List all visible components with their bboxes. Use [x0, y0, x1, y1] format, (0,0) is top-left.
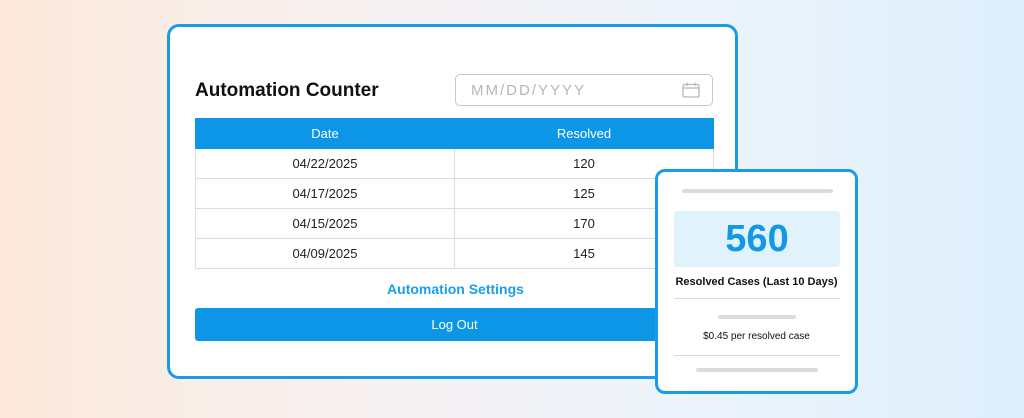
- resolved-count: 560: [725, 217, 789, 260]
- divider: [674, 298, 840, 299]
- column-header-resolved: Resolved: [454, 118, 714, 149]
- cell-date: 04/17/2025: [195, 178, 455, 209]
- resolved-cases-label: Resolved Cases (Last 10 Days): [675, 276, 838, 288]
- stat-highlight: 560: [674, 211, 840, 267]
- table-row: 04/22/2025 120: [195, 148, 714, 179]
- resolved-table: Date Resolved 04/22/2025 120 04/17/2025 …: [195, 118, 714, 269]
- stats-card: 560 Resolved Cases (Last 10 Days) $0.45 …: [655, 169, 858, 394]
- placeholder-bar: [696, 368, 818, 372]
- automation-counter-card: Automation Counter Date Resolved 04/22/2…: [167, 24, 738, 379]
- table-row: 04/17/2025 125: [195, 178, 714, 209]
- column-header-date: Date: [195, 118, 455, 149]
- placeholder-bar: [682, 189, 833, 193]
- logout-button[interactable]: Log Out: [195, 308, 714, 341]
- table-row: 04/09/2025 145: [195, 238, 714, 269]
- cell-date: 04/09/2025: [195, 238, 455, 269]
- table-header-row: Date Resolved: [195, 118, 714, 149]
- calendar-icon[interactable]: [682, 82, 700, 98]
- table-row: 04/15/2025 170: [195, 208, 714, 239]
- price-per-case: $0.45 per resolved case: [703, 331, 810, 342]
- page-title: Automation Counter: [195, 80, 379, 101]
- cell-date: 04/15/2025: [195, 208, 455, 239]
- cell-date: 04/22/2025: [195, 148, 455, 179]
- date-input[interactable]: [471, 81, 651, 99]
- date-filter-field[interactable]: [455, 74, 713, 106]
- divider: [674, 355, 840, 356]
- placeholder-bar: [718, 315, 796, 319]
